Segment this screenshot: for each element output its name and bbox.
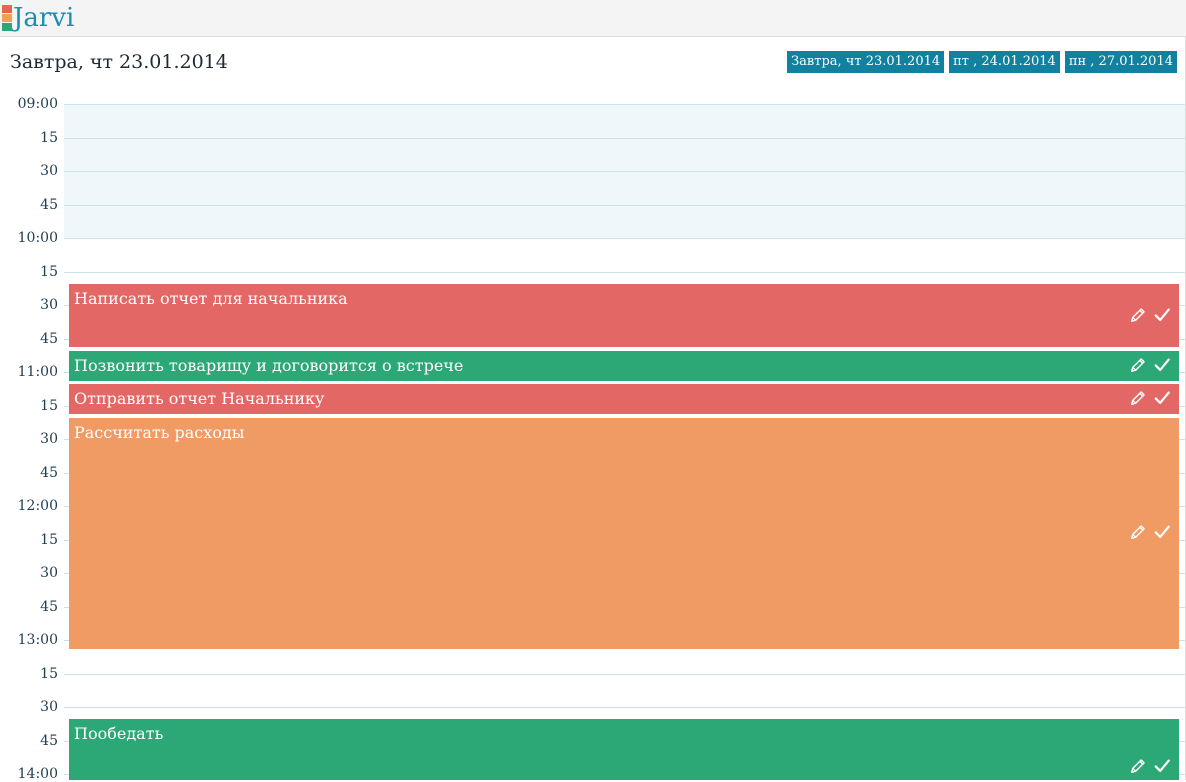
event-title: Пообедать	[74, 724, 164, 743]
time-gridline	[64, 238, 1185, 239]
event-actions	[1129, 523, 1171, 541]
event-actions	[1129, 389, 1171, 407]
event-actions	[1129, 306, 1171, 324]
check-icon[interactable]	[1153, 306, 1171, 324]
time-label: 45	[40, 197, 58, 213]
time-label: 15	[40, 532, 58, 548]
time-label: 30	[40, 699, 58, 715]
time-label: 09:00	[17, 96, 58, 112]
event-card[interactable]: Отправить отчет Начальнику	[69, 384, 1179, 414]
check-icon[interactable]	[1153, 356, 1171, 374]
event-card[interactable]: Пообедать	[69, 719, 1179, 780]
time-gridline	[64, 674, 1185, 675]
time-gridline	[64, 171, 1185, 172]
pencil-icon[interactable]	[1129, 757, 1147, 775]
event-title: Отправить отчет Начальнику	[74, 389, 325, 408]
time-label: 45	[40, 599, 58, 615]
pencil-icon[interactable]	[1129, 523, 1147, 541]
time-label: 30	[40, 297, 58, 313]
time-label: 45	[40, 331, 58, 347]
event-title: Рассчитать расходы	[74, 423, 245, 442]
time-gridline	[64, 104, 1185, 105]
time-label: 15	[40, 398, 58, 414]
time-label: 10:00	[17, 230, 58, 246]
time-label: 13:00	[17, 632, 58, 648]
time-gridline	[64, 707, 1185, 708]
time-gridline	[64, 205, 1185, 206]
time-label: 15	[40, 264, 58, 280]
event-card[interactable]: Позвонить товарищу и договорится о встре…	[69, 351, 1179, 381]
event-card[interactable]: Рассчитать расходы	[69, 418, 1179, 649]
time-label: 15	[40, 130, 58, 146]
time-label: 11:00	[17, 364, 58, 380]
event-card[interactable]: Написать отчет для начальника	[69, 284, 1179, 347]
event-title: Написать отчет для начальника	[74, 289, 348, 308]
time-label: 30	[40, 163, 58, 179]
time-label: 45	[40, 465, 58, 481]
time-gridline	[64, 138, 1185, 139]
time-gridline	[64, 272, 1185, 273]
time-label: 45	[40, 733, 58, 749]
pencil-icon[interactable]	[1129, 356, 1147, 374]
check-icon[interactable]	[1153, 523, 1171, 541]
pencil-icon[interactable]	[1129, 389, 1147, 407]
time-label: 30	[40, 431, 58, 447]
time-label: 30	[40, 565, 58, 581]
check-icon[interactable]	[1153, 757, 1171, 775]
pencil-icon[interactable]	[1129, 306, 1147, 324]
time-label: 15	[40, 666, 58, 682]
schedule-grid: 09:00 15 30 45 10:00 15 30 45 11:00 15 30 45 12:00 15…	[0, 0, 1185, 782]
time-label: 12:00	[17, 498, 58, 514]
check-icon[interactable]	[1153, 389, 1171, 407]
event-actions	[1129, 356, 1171, 374]
event-title: Позвонить товарищу и договорится о встре…	[74, 356, 464, 375]
event-actions	[1129, 757, 1171, 775]
